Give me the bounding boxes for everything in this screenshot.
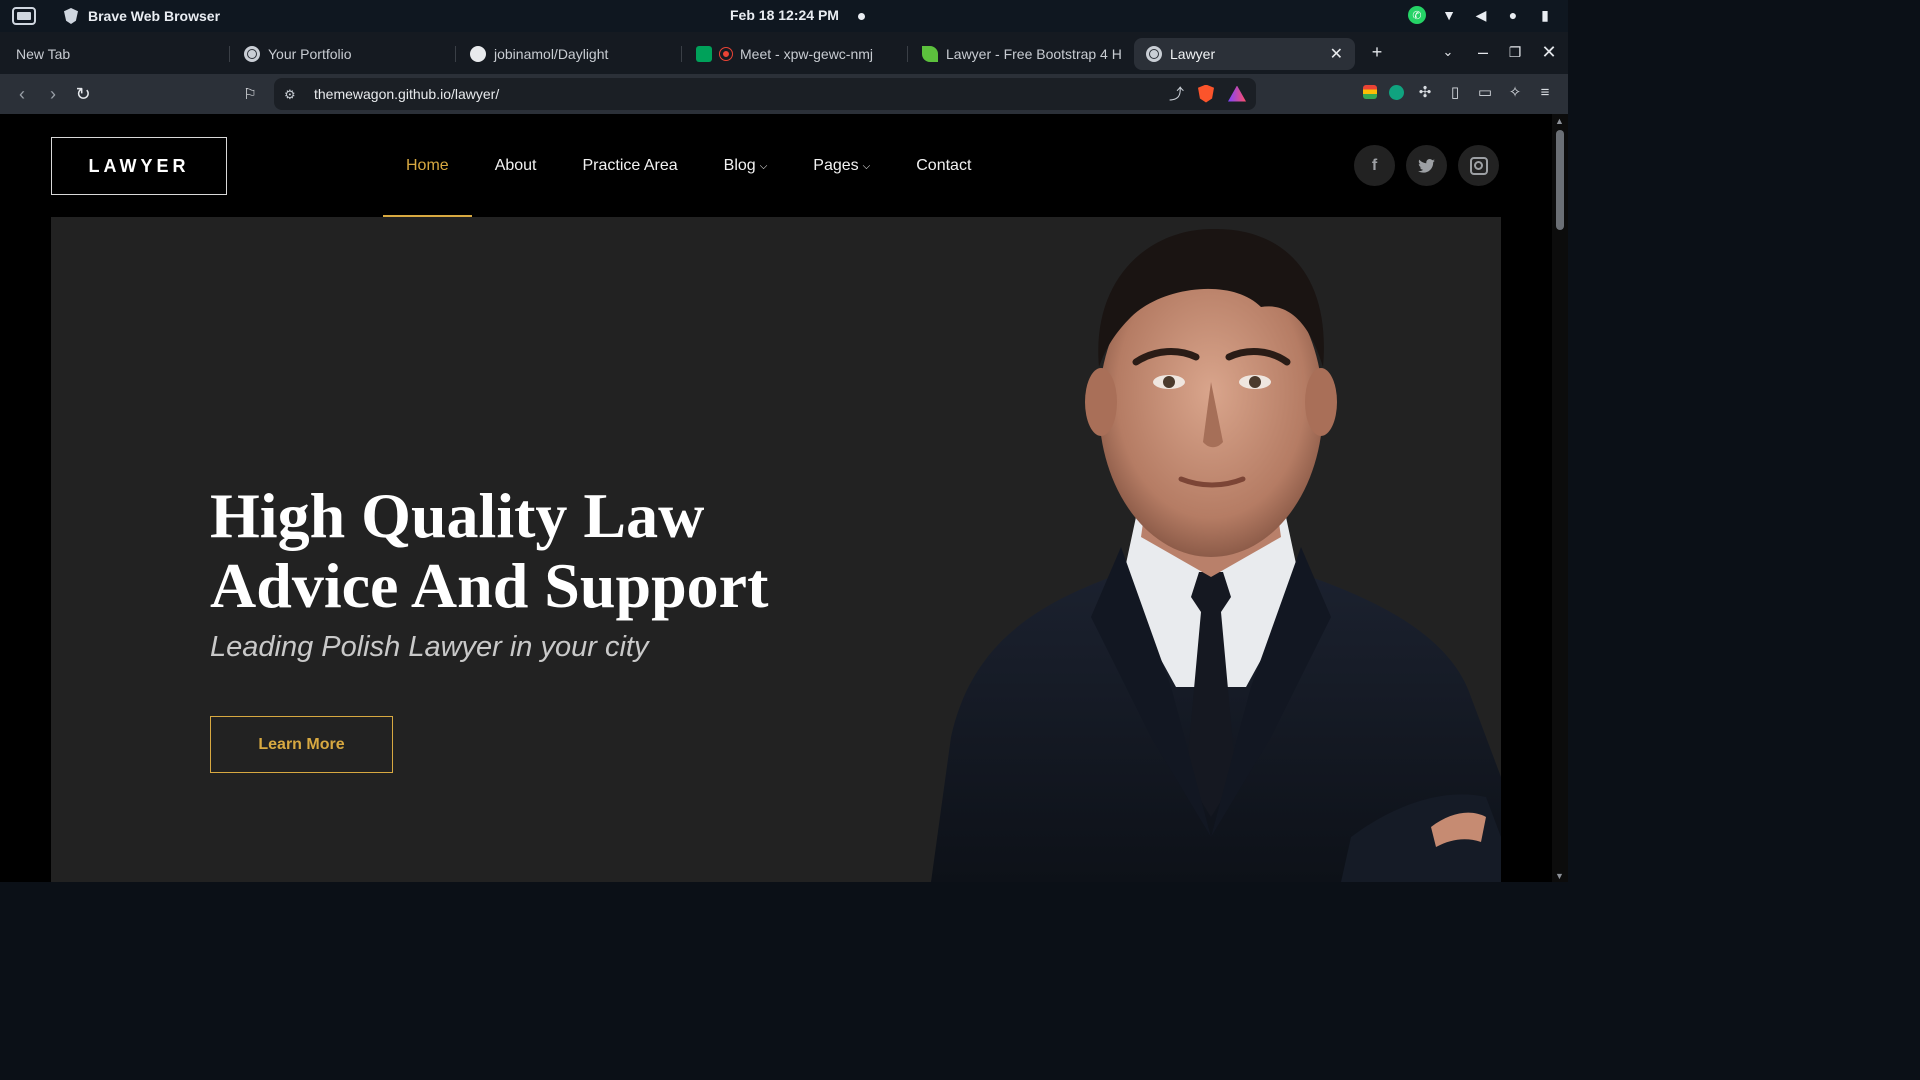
main-navigation: Home About Practice Area Blog ⌵ Pages ⌵ Co… (383, 114, 994, 217)
color-extension-icon[interactable] (1363, 85, 1377, 99)
os-top-bar: Brave Web Browser Feb 18 12:24 PM ✆ ▼ ◀ … (0, 0, 1568, 32)
share-icon[interactable]: ⤴ (1169, 83, 1184, 104)
reload-icon[interactable]: ↻ (71, 82, 95, 106)
hero-title: High Quality Law Advice And Support (210, 481, 830, 621)
site-header: LAWYER Home About Practice Area Blog ⌵ Pa… (0, 114, 1552, 217)
page-viewport: LAWYER Home About Practice Area Blog ⌵ Pa… (0, 114, 1568, 882)
bookmark-icon[interactable]: ⚐ (238, 82, 262, 106)
brave-icon (64, 8, 78, 24)
nav-label: Home (406, 156, 449, 174)
nav-about[interactable]: About (472, 114, 560, 217)
wallet-icon[interactable]: ▭ (1476, 83, 1494, 101)
restore-icon[interactable]: ❐ (1503, 40, 1527, 64)
scroll-thumb[interactable] (1556, 130, 1564, 230)
nav-contact[interactable]: Contact (893, 114, 994, 217)
battery-icon[interactable]: ▮ (1536, 6, 1554, 24)
site-settings-icon[interactable]: ⚙ (284, 87, 302, 102)
browser-toolbar: ‹ › ↻ ⚐ ⚙ themewagon.github.io/lawyer/ ⤴… (0, 74, 1568, 114)
nav-label: Practice Area (582, 156, 678, 174)
microphone-icon[interactable]: ● (1504, 6, 1522, 24)
nav-label: Pages (813, 156, 859, 174)
hero-title-line-2: Advice And Support (210, 550, 769, 621)
tab-label: New Tab (16, 46, 71, 62)
chatgpt-extension-icon[interactable] (1389, 84, 1404, 100)
rewards-badge: 1 (1240, 85, 1246, 92)
tab-label: jobinamol/Daylight (494, 46, 609, 62)
sidebar-icon[interactable]: ▯ (1446, 83, 1464, 101)
tab-label: Your Portfolio (268, 46, 352, 62)
site-logo[interactable]: LAWYER (51, 137, 227, 195)
instagram-icon[interactable] (1458, 145, 1499, 186)
brave-shields-icon[interactable] (1198, 84, 1214, 103)
tab-label: Lawyer - Free Bootstrap 4 H (946, 46, 1122, 62)
leaf-icon (922, 46, 938, 62)
tab-lawyer-bootstrap[interactable]: Lawyer - Free Bootstrap 4 H (910, 38, 1128, 70)
menu-hamburger-icon[interactable]: ≡ (1536, 83, 1554, 101)
extensions-puzzle-icon[interactable]: ✣ (1416, 83, 1434, 101)
wifi-icon[interactable]: ▼ (1440, 6, 1458, 24)
tab-github-daylight[interactable]: jobinamol/Daylight (458, 38, 676, 70)
logo-text: LAWYER (88, 155, 190, 176)
meet-icon (696, 46, 712, 62)
learn-more-button[interactable]: Learn More (210, 716, 393, 773)
chevron-down-icon: ⌵ (862, 161, 871, 172)
chevron-down-icon: ⌵ (759, 161, 768, 172)
tab-lawyer-active[interactable]: Lawyer ✕ (1134, 38, 1355, 70)
github-icon (470, 46, 486, 62)
active-app-title: Brave Web Browser (88, 8, 221, 24)
tab-label: Lawyer (1170, 46, 1216, 62)
social-links: f (1354, 145, 1499, 186)
address-bar[interactable]: ⚙ themewagon.github.io/lawyer/ ⤴ 1 (274, 78, 1256, 110)
brave-rewards-icon[interactable]: 1 (1228, 85, 1246, 102)
globe-icon (1146, 46, 1162, 62)
page-scrollbar[interactable]: ▲ ▼ (1552, 114, 1568, 882)
back-icon[interactable]: ‹ (10, 82, 34, 106)
hero-subtitle: Leading Polish Lawyer in your city (210, 631, 649, 663)
hero-section: High Quality Law Advice And Support Lead… (51, 217, 1501, 882)
nav-pages[interactable]: Pages ⌵ (790, 114, 893, 217)
hero-title-line-1: High Quality Law (210, 480, 705, 551)
leo-ai-icon[interactable]: ✧ (1506, 83, 1524, 101)
twitter-icon[interactable] (1406, 145, 1447, 186)
notification-dot (858, 13, 865, 20)
nav-label: Contact (916, 156, 972, 174)
nav-home[interactable]: Home (383, 114, 472, 217)
nav-practice-area[interactable]: Practice Area (560, 114, 701, 217)
tab-your-portfolio[interactable]: Your Portfolio (232, 38, 450, 70)
clock[interactable]: Feb 18 12:24 PM (730, 7, 839, 23)
close-tab-icon[interactable]: ✕ (1330, 44, 1343, 64)
whatsapp-icon[interactable]: ✆ (1408, 6, 1426, 24)
tab-separator (229, 46, 230, 62)
lawyer-portrait-image (931, 228, 1501, 882)
volume-icon[interactable]: ◀ (1472, 6, 1490, 24)
tab-separator (455, 46, 456, 62)
tab-label: Meet - xpw-gewc-nmj (740, 46, 874, 62)
tab-meet[interactable]: Meet - xpw-gewc-nmj (684, 38, 902, 70)
globe-icon (244, 46, 260, 62)
tab-separator (907, 46, 908, 62)
nav-label: Blog (723, 156, 756, 174)
recording-icon (719, 47, 733, 61)
facebook-icon[interactable]: f (1354, 145, 1395, 186)
tab-separator (681, 46, 682, 62)
nav-blog[interactable]: Blog ⌵ (701, 114, 791, 217)
new-tab-button[interactable]: + (1365, 40, 1389, 64)
forward-icon[interactable]: › (41, 82, 65, 106)
close-window-icon[interactable]: ✕ (1537, 40, 1561, 64)
tab-bar: New Tab Your Portfolio jobinamol/Dayligh… (0, 32, 1568, 74)
scroll-up-icon[interactable]: ▲ (1555, 116, 1564, 126)
tab-new-tab[interactable]: New Tab (4, 38, 224, 70)
tab-list-chevron-icon[interactable]: ⌄ (1436, 40, 1460, 64)
nav-label: About (494, 156, 537, 174)
url-text[interactable]: themewagon.github.io/lawyer/ (314, 86, 499, 102)
scroll-down-icon[interactable]: ▼ (1555, 871, 1564, 881)
minimize-icon[interactable]: – (1471, 40, 1495, 64)
workspace-icon[interactable] (12, 7, 36, 25)
